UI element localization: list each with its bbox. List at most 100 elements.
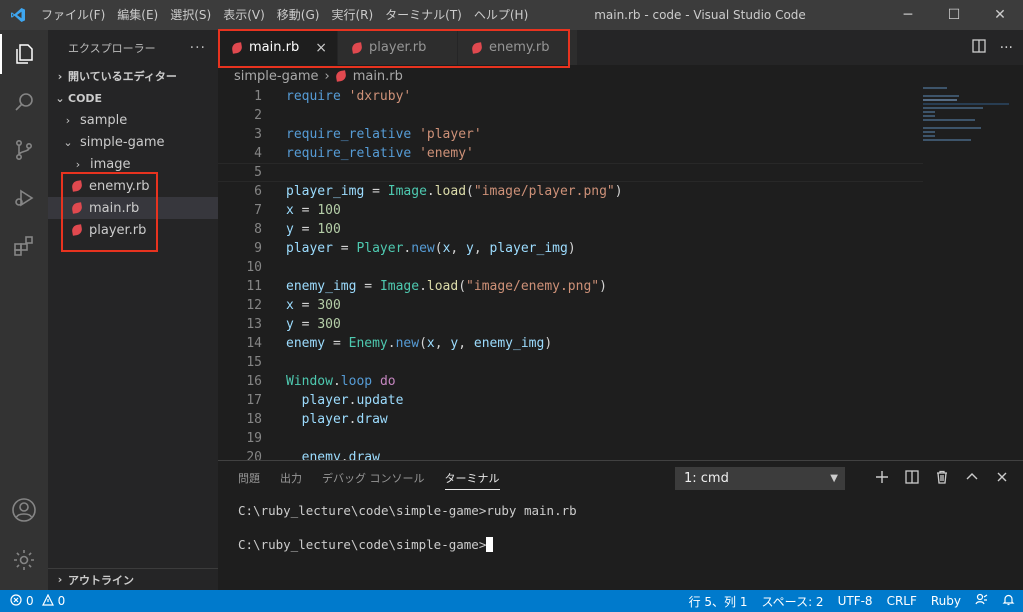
code-line[interactable]: 20 enemy.draw — [218, 448, 923, 460]
tab-player-rb[interactable]: player.rb — [338, 30, 458, 65]
code-line[interactable]: 1 require 'dxruby' — [218, 87, 923, 106]
tab-enemy-rb[interactable]: enemy.rb — [458, 30, 578, 65]
terminal-select[interactable]: 1: cmd ▼ — [675, 467, 845, 490]
tab-terminal[interactable]: ターミナル — [435, 461, 510, 496]
line-number: 8 — [254, 222, 262, 237]
feedback-icon[interactable] — [975, 593, 988, 609]
code-line[interactable]: 10 — [218, 258, 923, 277]
search-icon[interactable] — [0, 78, 48, 126]
chevron-right-icon: › — [57, 69, 63, 83]
menu-file[interactable]: ファイル(F) — [35, 0, 111, 30]
ruby-file-icon — [351, 41, 363, 54]
tab-label: main.rb — [249, 40, 300, 55]
close-window-button[interactable]: ✕ — [977, 0, 1023, 30]
menu-selection[interactable]: 選択(S) — [164, 0, 217, 30]
chevron-down-icon: ⌄ — [63, 135, 73, 149]
minimize-button[interactable]: ─ — [885, 0, 931, 30]
menu-run[interactable]: 実行(R) — [325, 0, 379, 30]
code-line[interactable]: 15 — [218, 353, 923, 372]
menu-view[interactable]: 表示(V) — [217, 0, 271, 30]
code-line[interactable]: 17 player.update — [218, 391, 923, 410]
terminal-select-value: 1: cmd — [684, 471, 729, 486]
code-text: enemy = Enemy.new(x, y, enemy_img) — [286, 336, 553, 351]
tab-output[interactable]: 出力 — [270, 461, 312, 496]
code-line[interactable]: 16 Window.loop do — [218, 372, 923, 391]
code-text: require 'dxruby' — [286, 89, 412, 104]
indentation[interactable]: スペース: 2 — [762, 593, 824, 610]
code-line[interactable]: 8 y = 100 — [218, 220, 923, 239]
language-mode[interactable]: Ruby — [931, 594, 961, 608]
workspace-root-section[interactable]: ⌄ CODE — [48, 87, 218, 109]
tab-main-rb[interactable]: main.rb × — [218, 30, 338, 65]
code-line[interactable]: 18 player.draw — [218, 410, 923, 429]
problems-indicator[interactable]: 0 0 — [0, 593, 65, 609]
code-line[interactable]: 2 — [218, 106, 923, 125]
outline-section[interactable]: › アウトライン — [48, 568, 218, 590]
bottom-panel: 問題 出力 デバッグ コンソール ターミナル 1: cmd ▼ C:\ruby_… — [218, 460, 1023, 590]
line-ending[interactable]: CRLF — [887, 594, 917, 608]
minimap[interactable] — [923, 87, 1009, 167]
breadcrumb-file[interactable]: main.rb — [353, 69, 403, 84]
open-editors-section[interactable]: › 開いているエディター — [48, 65, 218, 87]
breadcrumb-folder[interactable]: simple-game — [234, 69, 318, 84]
split-terminal-icon[interactable] — [905, 469, 919, 488]
settings-gear-icon[interactable] — [0, 536, 48, 584]
trash-icon[interactable] — [935, 470, 949, 488]
tree-file-main[interactable]: main.rb — [48, 197, 218, 219]
code-line[interactable]: 13 y = 300 — [218, 315, 923, 334]
terminal-prompt: C:\ruby_lecture\code\simple-game> — [238, 537, 487, 552]
explorer-icon[interactable] — [0, 30, 48, 78]
tab-problems[interactable]: 問題 — [228, 461, 270, 496]
run-debug-icon[interactable] — [0, 174, 48, 222]
close-tab-icon[interactable]: × — [315, 40, 327, 56]
code-line[interactable]: 7 x = 100 — [218, 201, 923, 220]
line-number: 14 — [246, 336, 262, 351]
new-terminal-icon[interactable] — [875, 470, 889, 488]
status-items: 行 5、列 1 スペース: 2 UTF-8 CRLF Ruby — [689, 593, 1015, 610]
code-line[interactable]: 9 player = Player.new(x, y, player_img) — [218, 239, 923, 258]
terminal-prompt-line: C:\ruby_lecture\code\simple-game> — [238, 536, 1023, 553]
tree-file-player[interactable]: player.rb — [48, 219, 218, 241]
maximize-button[interactable]: ☐ — [931, 0, 977, 30]
code-line[interactable]: 5 — [218, 163, 923, 182]
chevron-down-icon: ⌄ — [55, 91, 65, 105]
more-actions-icon[interactable]: ··· — [190, 40, 206, 56]
close-panel-icon[interactable] — [995, 470, 1009, 488]
terminal-output[interactable]: C:\ruby_lecture\code\simple-game>ruby ma… — [218, 502, 1023, 553]
ruby-file-icon — [334, 70, 347, 82]
editor-area: main.rb × player.rb enemy.rb ··· simple-… — [218, 30, 1023, 460]
tree-folder-image[interactable]: › image — [48, 153, 218, 175]
code-line[interactable]: 3 require_relative 'player' — [218, 125, 923, 144]
code-line[interactable]: 12 x = 300 — [218, 296, 923, 315]
editor-scrollbar[interactable] — [1009, 87, 1023, 460]
tab-debug-console[interactable]: デバッグ コンソール — [312, 461, 435, 496]
cursor-position[interactable]: 行 5、列 1 — [689, 593, 748, 610]
code-line[interactable]: 4 require_relative 'enemy' — [218, 144, 923, 163]
account-icon[interactable] — [0, 486, 48, 534]
editor-more-icon[interactable]: ··· — [1000, 40, 1013, 56]
maximize-panel-icon[interactable] — [965, 470, 979, 488]
tree-folder-sample[interactable]: › sample — [48, 109, 218, 131]
code-line[interactable]: 19 — [218, 429, 923, 448]
notification-bell-icon[interactable] — [1002, 593, 1015, 609]
tab-label: enemy.rb — [489, 40, 550, 55]
extensions-icon[interactable] — [0, 222, 48, 270]
menu-go[interactable]: 移動(G) — [271, 0, 326, 30]
encoding[interactable]: UTF-8 — [838, 594, 873, 608]
tree-file-enemy[interactable]: enemy.rb — [48, 175, 218, 197]
panel-tabs: 問題 出力 デバッグ コンソール ターミナル 1: cmd ▼ — [218, 461, 1023, 496]
code-text: x = 100 — [286, 203, 341, 218]
tree-folder-simple-game[interactable]: ⌄ simple-game — [48, 131, 218, 153]
code-line[interactable]: 14 enemy = Enemy.new(x, y, enemy_img) — [218, 334, 923, 353]
source-control-icon[interactable] — [0, 126, 48, 174]
menu-terminal[interactable]: ターミナル(T) — [379, 0, 468, 30]
menu-help[interactable]: ヘルプ(H) — [468, 0, 534, 30]
code-text: player.draw — [301, 412, 388, 427]
code-line[interactable]: 6 player_img = Image.load("image/player.p… — [218, 182, 923, 201]
code-editor[interactable]: 1 require 'dxruby' 2 3 require_relative 'pla… — [218, 87, 923, 460]
code-line[interactable]: 11 enemy_img = Image.load("image/enemy.pn… — [218, 277, 923, 296]
code-text: require_relative 'enemy' — [286, 146, 474, 161]
split-editor-icon[interactable] — [971, 38, 986, 57]
minimap-line — [923, 99, 957, 101]
menu-edit[interactable]: 編集(E) — [111, 0, 164, 30]
